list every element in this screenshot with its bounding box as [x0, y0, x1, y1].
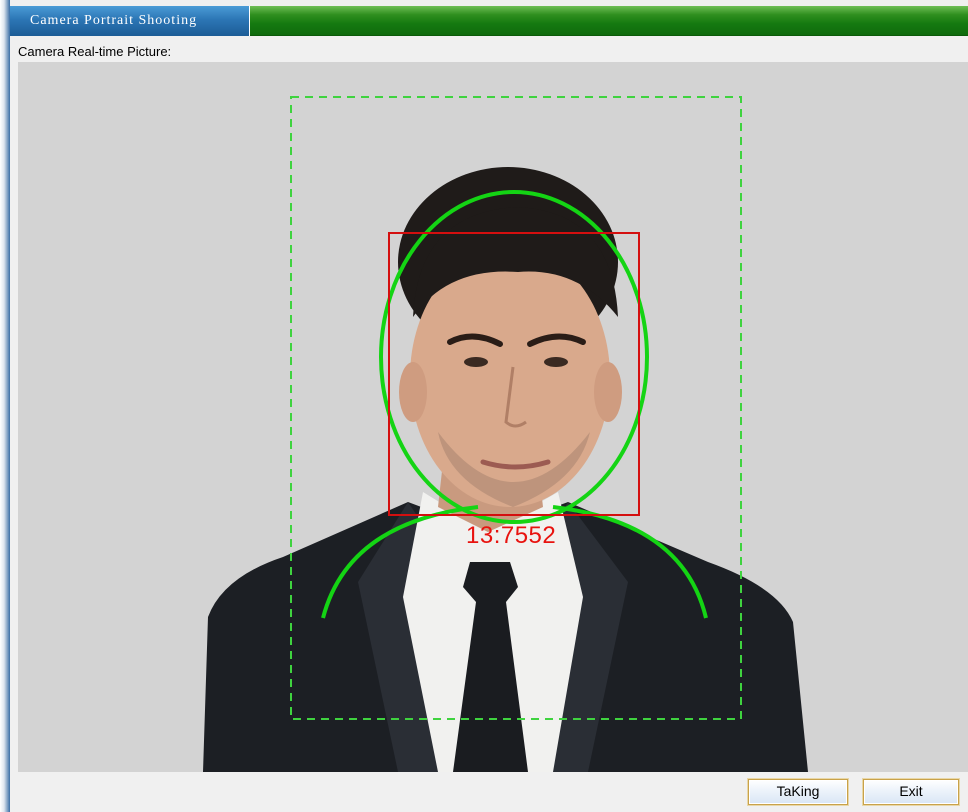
camera-portrait-window: Camera Portrait Shooting Camera Real-tim… [0, 0, 968, 812]
camera-label: Camera Real-time Picture: [18, 44, 172, 59]
face-score-readout: 13:7552 [466, 522, 557, 549]
exit-button[interactable]: Exit [863, 779, 959, 805]
window-title-tab: Camera Portrait Shooting [10, 6, 250, 36]
window-left-border [0, 0, 10, 812]
main-content: Camera Real-time Picture: 13:7552 TaKing… [10, 36, 968, 812]
person-eye-left [464, 357, 488, 367]
camera-preview: 13:7552 [18, 62, 968, 772]
person-ear-left [399, 362, 427, 422]
taking-button[interactable]: TaKing [748, 779, 848, 805]
camera-overlay-svg [203, 96, 808, 772]
person-ear-right [594, 362, 622, 422]
person-eye-right [544, 357, 568, 367]
